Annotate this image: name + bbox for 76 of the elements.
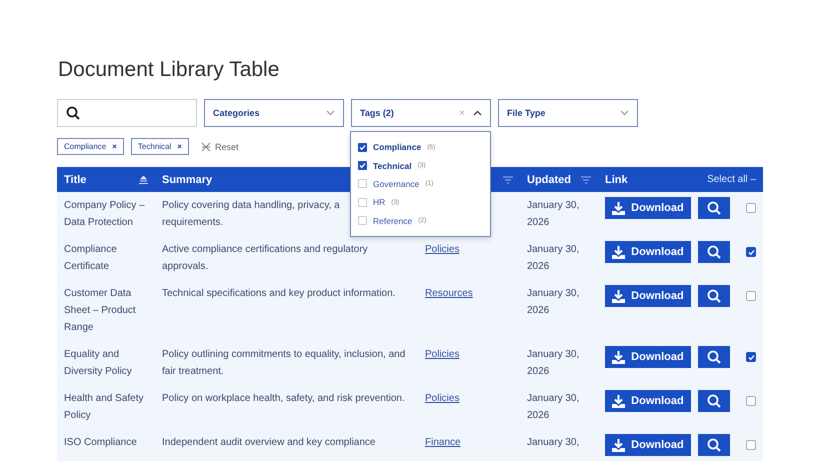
- title-cell-text: Compliance Certificate: [63, 243, 118, 274]
- tag-checkbox[interactable]: [358, 142, 367, 152]
- updated-cell-text: January 30,: [526, 436, 580, 450]
- filter-chip[interactable]: Compliance ×: [57, 138, 124, 155]
- summary-cell-text: Policy outlining commitments to equality, inclusion, and fair treatment.: [162, 348, 406, 379]
- select-all-button[interactable]: Select all –: [707, 174, 756, 185]
- category-link[interactable]: Finance: [425, 437, 461, 448]
- row-checkbox[interactable]: [746, 440, 756, 450]
- sort-icon[interactable]: [139, 176, 148, 184]
- summary-cell-text: Active compliance certifications and regulatory approvals.: [162, 243, 369, 274]
- row-checkbox[interactable]: [746, 291, 756, 301]
- download-button[interactable]: Download: [605, 241, 691, 263]
- title-cell-text: Equality and Diversity Policy: [63, 348, 133, 379]
- download-icon: [612, 246, 626, 258]
- preview-button[interactable]: [698, 241, 730, 263]
- file-type-dropdown[interactable]: File Type: [498, 99, 638, 127]
- title-cell-text: ISO Compliance: [63, 436, 138, 450]
- search-icon: [707, 245, 722, 259]
- page-title: Document Library Table: [58, 58, 280, 82]
- download-icon: [612, 438, 626, 452]
- download-icon: [612, 394, 626, 408]
- title-cell-text: Health and Safety Policy: [63, 392, 144, 423]
- updated-cell-text: January 30, 2026: [526, 392, 580, 423]
- filter-icon[interactable]: [503, 176, 513, 184]
- reset-icon: [200, 142, 211, 152]
- preview-button[interactable]: [698, 285, 730, 307]
- updated-cell-text: January 30, 2026: [526, 287, 580, 318]
- updated-cell-text: January 30, 2026: [526, 348, 580, 379]
- search-icon: [707, 289, 722, 303]
- search-field[interactable]: [57, 99, 197, 127]
- tag-checkbox[interactable]: [358, 161, 367, 170]
- filter-icon[interactable]: [581, 176, 591, 184]
- download-button[interactable]: Download: [605, 285, 691, 307]
- download-icon: [612, 350, 626, 364]
- search-icon: [707, 350, 722, 364]
- chevron-up-icon: [473, 110, 482, 116]
- updated-cell-text: January 30, 2026: [526, 243, 580, 274]
- title-cell-text: Customer Data Sheet – Product Range: [63, 287, 137, 335]
- row-checkbox[interactable]: [746, 247, 756, 257]
- category-link[interactable]: Policies: [425, 244, 460, 255]
- row-checkbox[interactable]: [746, 352, 756, 362]
- summary-cell-text: Policy on workplace health, safety, and risk prevention.: [162, 392, 405, 406]
- column-header: Updated: [527, 174, 571, 186]
- chevron-down-icon: [326, 110, 335, 116]
- download-icon: [612, 290, 626, 302]
- search-icon: [707, 394, 722, 408]
- row-checkbox[interactable]: [746, 203, 756, 213]
- search-icon: [707, 201, 722, 215]
- preview-button[interactable]: [698, 346, 730, 368]
- updated-cell-text: January 30, 2026: [526, 199, 580, 230]
- filter-chip[interactable]: Technical ×: [130, 138, 189, 155]
- preview-button[interactable]: [698, 434, 730, 456]
- category-link[interactable]: Policies: [425, 393, 460, 404]
- column-header: Summary: [162, 174, 212, 186]
- categories-dropdown[interactable]: Categories: [204, 99, 344, 127]
- download-icon: [612, 202, 626, 214]
- download-button[interactable]: Download: [605, 434, 691, 456]
- column-header: Title: [64, 174, 86, 186]
- row-checkbox[interactable]: [746, 396, 756, 406]
- tags-dropdown[interactable]: Tags (2) ×: [351, 99, 491, 127]
- summary-cell-text: Independent audit overview and key compliance: [162, 436, 376, 450]
- search-icon: [707, 438, 722, 452]
- summary-cell-text: Technical specifications and key product information.: [162, 287, 396, 301]
- column-header: Link: [605, 174, 628, 186]
- download-button[interactable]: Download: [605, 390, 691, 412]
- preview-button[interactable]: [698, 197, 730, 219]
- summary-cell-text: Policy covering data handling, privacy, a requirements.: [162, 199, 340, 230]
- chevron-down-icon: [620, 110, 629, 116]
- reset-button[interactable]: Reset: [200, 142, 238, 152]
- download-button[interactable]: Download: [605, 346, 691, 368]
- download-button[interactable]: Download: [605, 197, 691, 219]
- category-link[interactable]: Policies: [425, 349, 460, 360]
- search-icon: [66, 106, 80, 120]
- title-cell-text: Company Policy – Data Protection: [63, 199, 146, 230]
- category-link[interactable]: Resources: [425, 288, 473, 299]
- preview-button[interactable]: [698, 390, 730, 412]
